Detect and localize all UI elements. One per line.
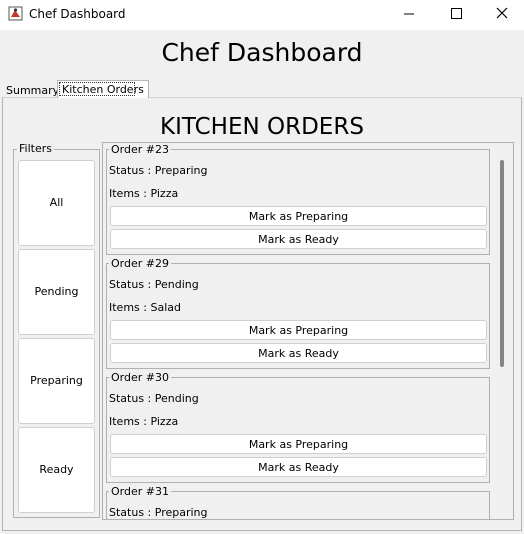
close-icon bbox=[496, 7, 508, 19]
minimize-button[interactable] bbox=[386, 0, 432, 30]
maximize-icon bbox=[451, 8, 462, 19]
order-legend: Order #30 bbox=[109, 371, 171, 384]
mark-preparing-button[interactable]: Mark as Preparing bbox=[110, 320, 487, 340]
minimize-icon bbox=[404, 13, 414, 15]
order-status: Status : Pending bbox=[109, 278, 199, 291]
filters-legend: Filters bbox=[17, 142, 54, 155]
app-icon bbox=[8, 6, 23, 21]
maximize-button[interactable] bbox=[432, 0, 478, 30]
close-button[interactable] bbox=[478, 0, 524, 30]
order-items: Items : Pizza bbox=[109, 415, 179, 428]
order-legend: Order #23 bbox=[109, 143, 171, 156]
mark-ready-button[interactable]: Mark as Ready bbox=[110, 229, 487, 249]
mark-preparing-button[interactable]: Mark as Preparing bbox=[110, 206, 487, 226]
order-items: Items : Salad bbox=[109, 301, 181, 314]
window-title: Chef Dashboard bbox=[29, 7, 126, 21]
mark-preparing-button[interactable]: Mark as Preparing bbox=[110, 434, 487, 454]
order-legend: Order #29 bbox=[109, 257, 171, 270]
filter-preparing-button[interactable]: Preparing bbox=[18, 338, 95, 424]
order-status: Status : Pending bbox=[109, 392, 199, 405]
order-status: Status : Preparing bbox=[109, 506, 208, 519]
kitchen-orders-title: KITCHEN ORDERS bbox=[160, 114, 364, 140]
dashboard-title: Chef Dashboard bbox=[161, 38, 363, 67]
filter-ready-button[interactable]: Ready bbox=[18, 427, 95, 513]
tab-summary[interactable]: Summary bbox=[2, 82, 63, 100]
mark-ready-button[interactable]: Mark as Ready bbox=[110, 457, 487, 477]
filter-pending-button[interactable]: Pending bbox=[18, 249, 95, 335]
filter-all-button[interactable]: All bbox=[18, 160, 95, 246]
order-legend: Order #31 bbox=[109, 485, 171, 498]
tab-focus-ring bbox=[59, 82, 135, 96]
order-items: Items : Pizza bbox=[109, 187, 179, 200]
mark-ready-button[interactable]: Mark as Ready bbox=[110, 343, 487, 363]
order-status: Status : Preparing bbox=[109, 164, 208, 177]
scrollbar-thumb[interactable] bbox=[500, 160, 504, 367]
